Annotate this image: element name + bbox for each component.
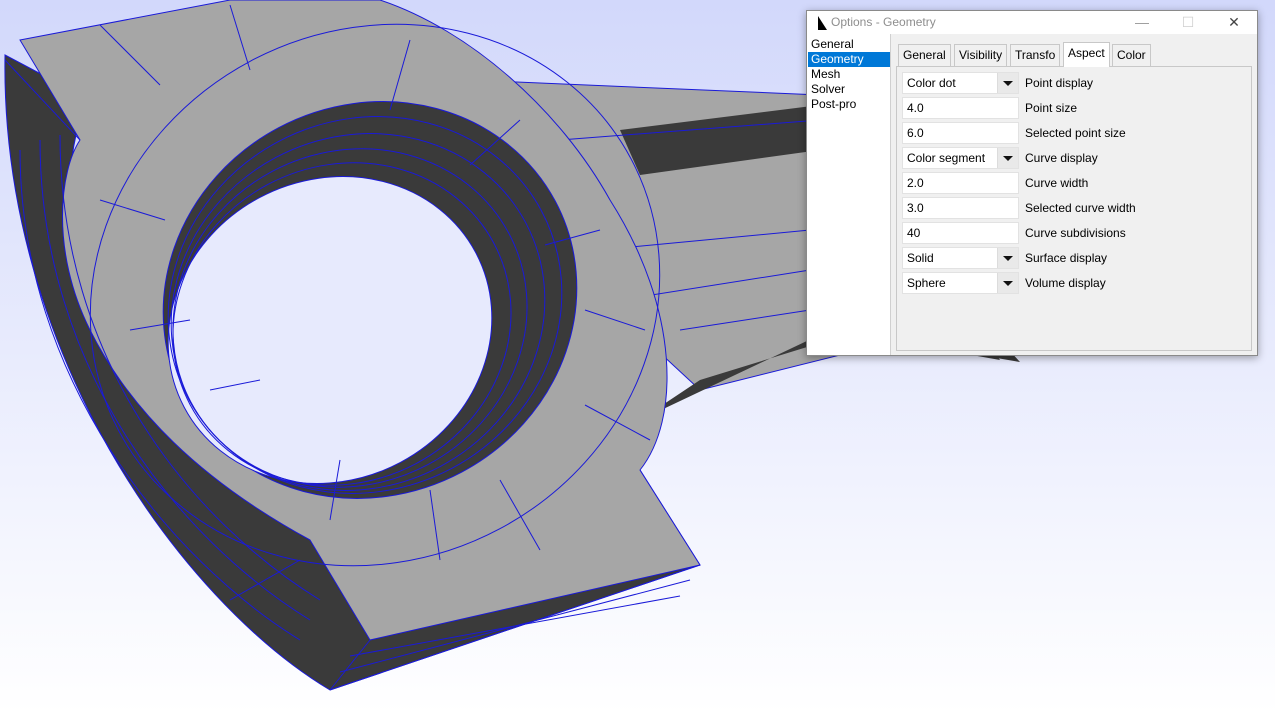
chevron-down-icon[interactable] — [997, 248, 1018, 268]
close-button[interactable]: ✕ — [1211, 11, 1257, 34]
tab-bar: General Visibility Transfo Aspect Color — [898, 42, 1253, 67]
curve-subdivisions-label: Curve subdivisions — [1025, 226, 1126, 240]
curve-width-label: Curve width — [1025, 176, 1089, 190]
volume-display-value: Sphere — [907, 276, 946, 290]
curve-subdivisions-input[interactable]: 40 — [902, 222, 1019, 244]
curve-display-select[interactable]: Color segment — [902, 147, 1019, 169]
maximize-button[interactable]: ☐ — [1165, 11, 1211, 34]
tab-color[interactable]: Color — [1112, 44, 1151, 66]
chevron-down-icon[interactable] — [997, 148, 1018, 168]
volume-display-select[interactable]: Sphere — [902, 272, 1019, 294]
point-size-label: Point size — [1025, 101, 1078, 115]
selected-curve-width-input[interactable]: 3.0 — [902, 197, 1019, 219]
curve-width-input[interactable]: 2.0 — [902, 172, 1019, 194]
volume-display-label: Volume display — [1025, 276, 1106, 290]
point-display-value: Color dot — [907, 76, 956, 90]
category-list[interactable]: General Geometry Mesh Solver Post-pro — [807, 34, 891, 355]
selected-point-size-input[interactable]: 6.0 — [902, 122, 1019, 144]
selected-curve-width-label: Selected curve width — [1025, 201, 1136, 215]
minimize-button[interactable]: — — [1119, 11, 1165, 34]
options-window: Options - Geometry — ☐ ✕ General Geometr… — [806, 10, 1258, 356]
aspect-panel: Color dot Point display 4.0 Point size 6… — [896, 66, 1252, 351]
point-display-select[interactable]: Color dot — [902, 72, 1019, 94]
category-item-mesh[interactable]: Mesh — [808, 67, 890, 82]
tab-transfo[interactable]: Transfo — [1010, 44, 1061, 66]
category-item-general[interactable]: General — [808, 37, 890, 52]
chevron-down-icon[interactable] — [997, 73, 1018, 93]
surface-display-value: Solid — [907, 251, 934, 265]
selected-point-size-label: Selected point size — [1025, 126, 1126, 140]
tab-general[interactable]: General — [898, 44, 951, 66]
curve-display-label: Curve display — [1025, 151, 1098, 165]
curve-display-value: Color segment — [907, 151, 986, 165]
surface-display-select[interactable]: Solid — [902, 247, 1019, 269]
category-item-geometry[interactable]: Geometry — [808, 52, 890, 67]
gmsh-app-icon — [816, 16, 828, 33]
point-display-label: Point display — [1025, 76, 1094, 90]
surface-display-label: Surface display — [1025, 251, 1108, 265]
title-bar[interactable]: Options - Geometry — ☐ ✕ — [807, 11, 1257, 34]
tab-visibility[interactable]: Visibility — [954, 44, 1008, 66]
category-item-post-pro[interactable]: Post-pro — [808, 97, 890, 112]
point-size-input[interactable]: 4.0 — [902, 97, 1019, 119]
category-item-solver[interactable]: Solver — [808, 82, 890, 97]
tab-aspect[interactable]: Aspect — [1063, 42, 1110, 67]
chevron-down-icon[interactable] — [997, 273, 1018, 293]
window-title: Options - Geometry — [831, 15, 936, 29]
